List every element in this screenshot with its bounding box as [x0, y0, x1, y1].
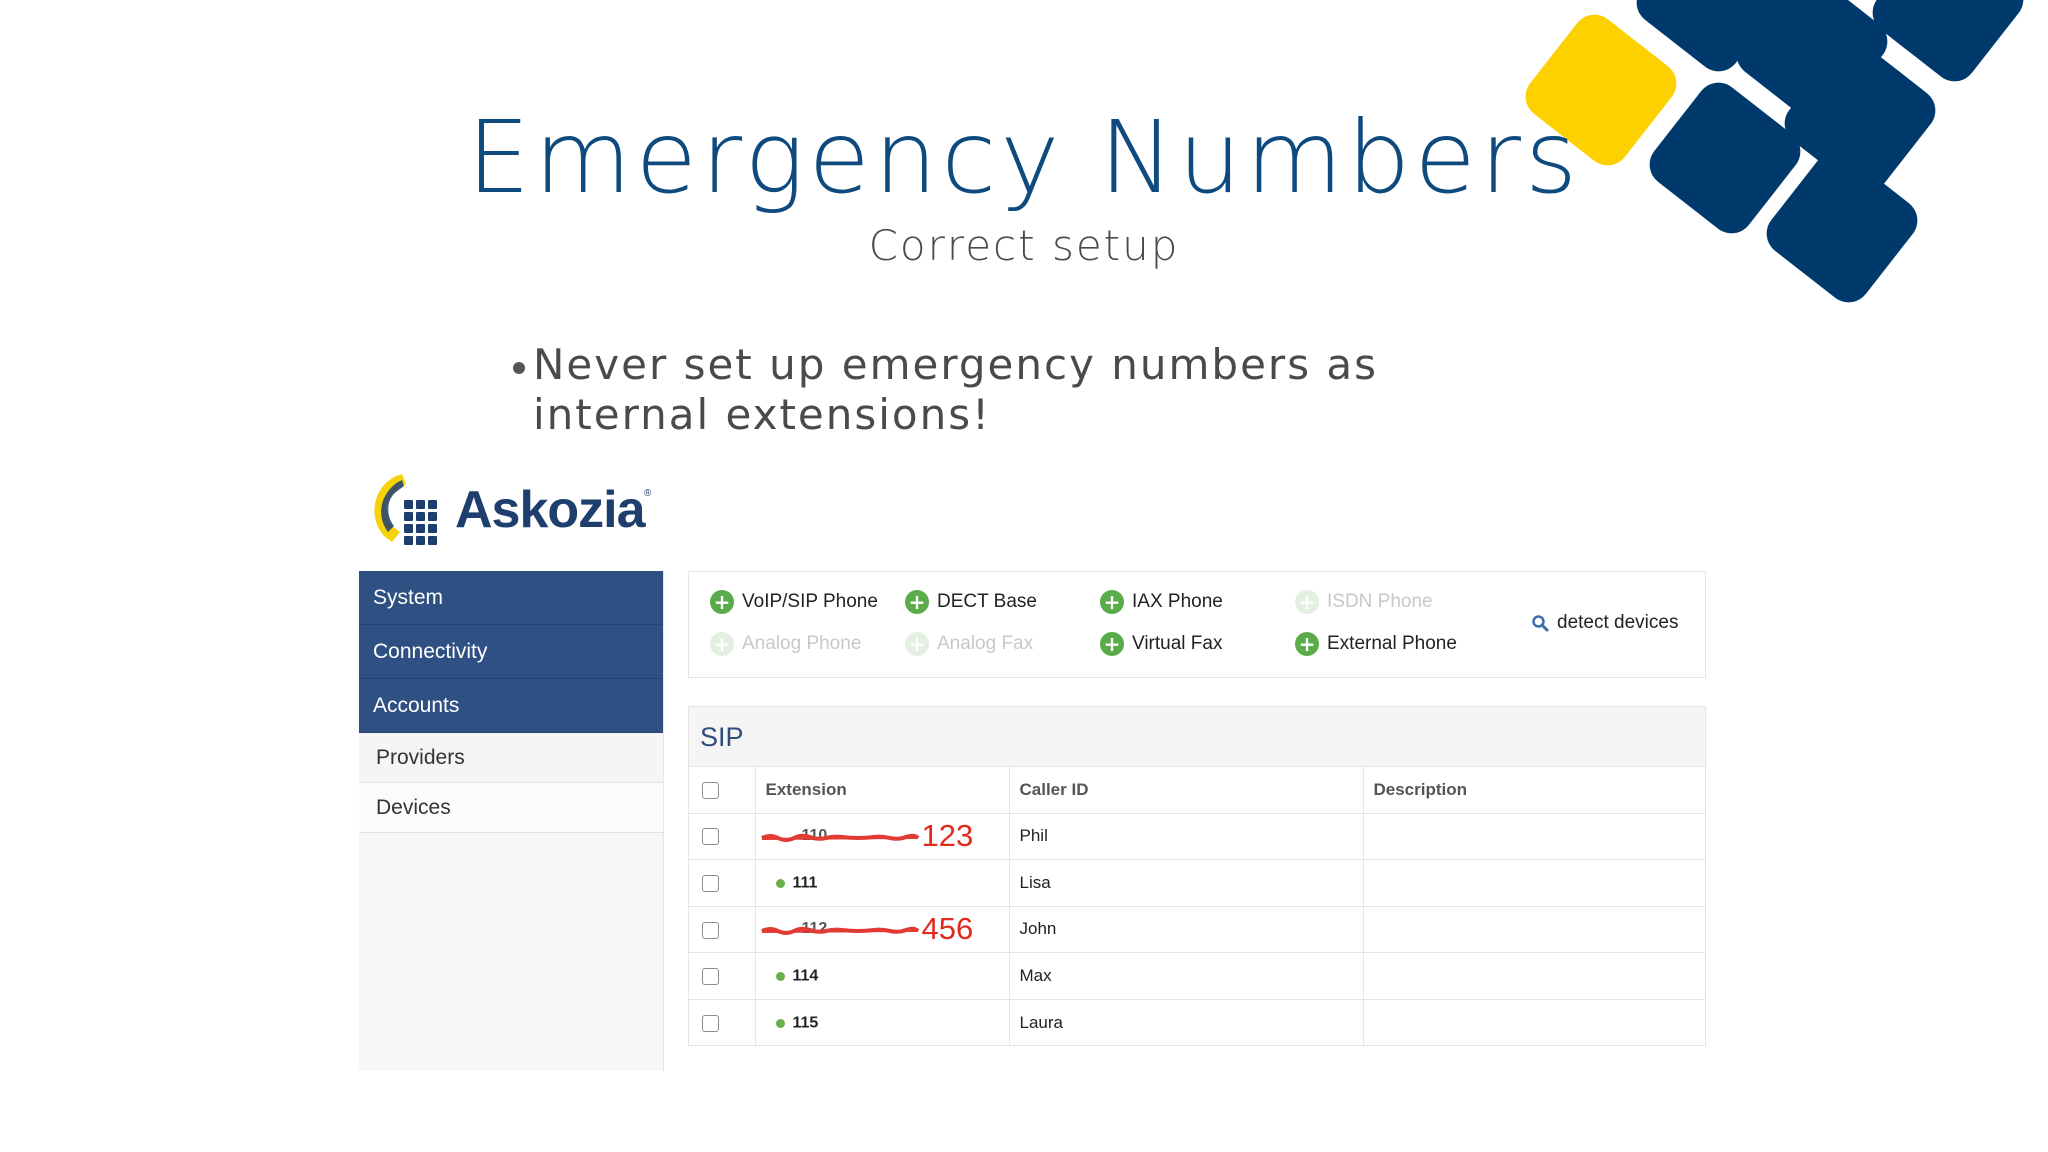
- table-row[interactable]: 115 Laura: [689, 999, 1705, 1046]
- table-header-row: Extension Caller ID Description: [689, 767, 1705, 814]
- sip-accounts-panel: SIP Extension Caller ID Description 110: [688, 706, 1706, 1046]
- plus-circle-icon: +: [1295, 632, 1319, 656]
- select-all-cell: [689, 767, 756, 814]
- sip-accounts-table: Extension Caller ID Description 110 123: [689, 767, 1705, 1046]
- row-checkbox-cell: [689, 813, 756, 861]
- plus-circle-icon: +: [905, 590, 929, 614]
- description-cell: [1363, 952, 1705, 1000]
- add-virtual-fax-button[interactable]: + Virtual Fax: [1100, 632, 1222, 656]
- add-item-label: DECT Base: [937, 591, 1037, 612]
- logo-wordmark: Askozia: [455, 481, 646, 539]
- plus-circle-icon: +: [905, 632, 929, 656]
- status-online-icon: [775, 972, 785, 982]
- add-item-label: ISDN Phone: [1327, 591, 1433, 612]
- select-all-checkbox[interactable]: [702, 781, 719, 799]
- caller-id-cell: John: [1009, 906, 1364, 954]
- row-checkbox-cell: [689, 999, 756, 1046]
- phone-handset-icon: [374, 474, 437, 545]
- row-checkbox-cell: [689, 906, 756, 954]
- corrected-extension: 456: [921, 911, 974, 947]
- sidebar-nav: System Connectivity Accounts Providers D…: [359, 571, 664, 1071]
- add-item-label: VoIP/SIP Phone: [742, 591, 878, 612]
- caller-id-cell: Phil: [1009, 813, 1364, 861]
- caller-id-cell: Lisa: [1009, 859, 1364, 907]
- detect-devices-label: detect devices: [1557, 612, 1679, 633]
- add-voip-sip-phone-button[interactable]: + VoIP/SIP Phone: [710, 590, 878, 614]
- table-row[interactable]: 111 Lisa: [689, 859, 1705, 907]
- extension-cell: 115: [755, 999, 1010, 1046]
- plus-circle-icon: +: [1295, 590, 1319, 614]
- extension-number[interactable]: 115: [793, 1014, 819, 1031]
- row-checkbox-cell: [689, 952, 756, 1000]
- row-checkbox[interactable]: [702, 828, 719, 846]
- extension-cell: 111: [755, 859, 1010, 907]
- bullet-text: Never set up emergency numbers as intern…: [533, 340, 1379, 439]
- add-external-phone-button[interactable]: + External Phone: [1295, 632, 1457, 656]
- extension-cell: 114: [755, 952, 1010, 1000]
- bullet-point: Never set up emergency numbers as intern…: [513, 340, 1533, 440]
- askozia-logo: Askozia ®: [366, 466, 666, 556]
- sidebar-item-system[interactable]: System: [359, 571, 663, 625]
- add-item-label: External Phone: [1327, 633, 1457, 654]
- sidebar-item-providers[interactable]: Providers: [359, 733, 663, 783]
- add-iax-phone-button[interactable]: + IAX Phone: [1100, 590, 1223, 614]
- add-analog-phone-button: + Analog Phone: [710, 632, 861, 656]
- add-device-panel: + VoIP/SIP Phone + DECT Base + IAX Phone…: [688, 571, 1706, 678]
- registered-mark: ®: [644, 488, 652, 499]
- row-checkbox[interactable]: [702, 921, 719, 939]
- tile-navy-3: [1872, 0, 2024, 82]
- description-cell: [1363, 906, 1705, 954]
- extension-cell: 110 123: [755, 813, 1010, 861]
- description-cell: [1363, 813, 1705, 861]
- plus-circle-icon: +: [710, 590, 734, 614]
- red-strikethrough: [760, 926, 919, 935]
- sidebar-item-accounts[interactable]: Accounts: [359, 679, 663, 733]
- slide-title: Emergency Numbers: [466, 99, 1582, 216]
- status-online-icon: [775, 1018, 785, 1028]
- add-isdn-phone-button: + ISDN Phone: [1295, 590, 1433, 614]
- add-item-label: Analog Fax: [937, 633, 1034, 654]
- caller-id-cell: Max: [1009, 952, 1364, 1000]
- extension-number[interactable]: 111: [793, 874, 818, 891]
- table-row[interactable]: 112 456 John: [689, 906, 1705, 954]
- slide-subtitle: Correct setup: [868, 221, 1180, 270]
- add-item-label: Analog Phone: [742, 633, 862, 654]
- row-checkbox[interactable]: [702, 1014, 719, 1032]
- column-header-description[interactable]: Description: [1363, 767, 1705, 814]
- row-checkbox[interactable]: [702, 874, 719, 892]
- corrected-extension: 123: [921, 818, 974, 854]
- sidebar-item-connectivity[interactable]: Connectivity: [359, 625, 663, 679]
- table-row[interactable]: 110 123 Phil: [689, 813, 1705, 861]
- extension-cell: 112 456: [755, 906, 1010, 954]
- detect-devices-link[interactable]: detect devices: [1531, 612, 1678, 634]
- struck-extension: 110: [760, 827, 926, 847]
- description-cell: [1363, 999, 1705, 1046]
- status-online-icon: [775, 878, 785, 888]
- extension-number[interactable]: 114: [793, 968, 819, 985]
- plus-circle-icon: +: [710, 632, 734, 656]
- plus-circle-icon: +: [1100, 590, 1124, 614]
- plus-circle-icon: +: [1100, 632, 1124, 656]
- add-item-label: Virtual Fax: [1132, 633, 1223, 654]
- add-item-label: IAX Phone: [1132, 591, 1223, 612]
- caller-id-cell: Laura: [1009, 999, 1364, 1046]
- row-checkbox[interactable]: [702, 968, 719, 986]
- sidebar-item-devices[interactable]: Devices: [359, 783, 663, 833]
- column-header-extension[interactable]: Extension: [755, 767, 1010, 814]
- red-strikethrough: [760, 833, 919, 842]
- row-checkbox-cell: [689, 859, 756, 907]
- column-header-caller-id[interactable]: Caller ID: [1009, 767, 1364, 814]
- magnifier-icon: [1532, 615, 1549, 632]
- sip-section-title: SIP: [689, 707, 1705, 767]
- bullet-dot-icon: [513, 362, 525, 374]
- table-row[interactable]: 114 Max: [689, 952, 1705, 1000]
- add-analog-fax-button: + Analog Fax: [905, 632, 1033, 656]
- add-dect-base-button[interactable]: + DECT Base: [905, 590, 1037, 614]
- tile-navy-1: [1636, 0, 1788, 72]
- struck-extension: 112: [760, 920, 926, 940]
- description-cell: [1363, 859, 1705, 907]
